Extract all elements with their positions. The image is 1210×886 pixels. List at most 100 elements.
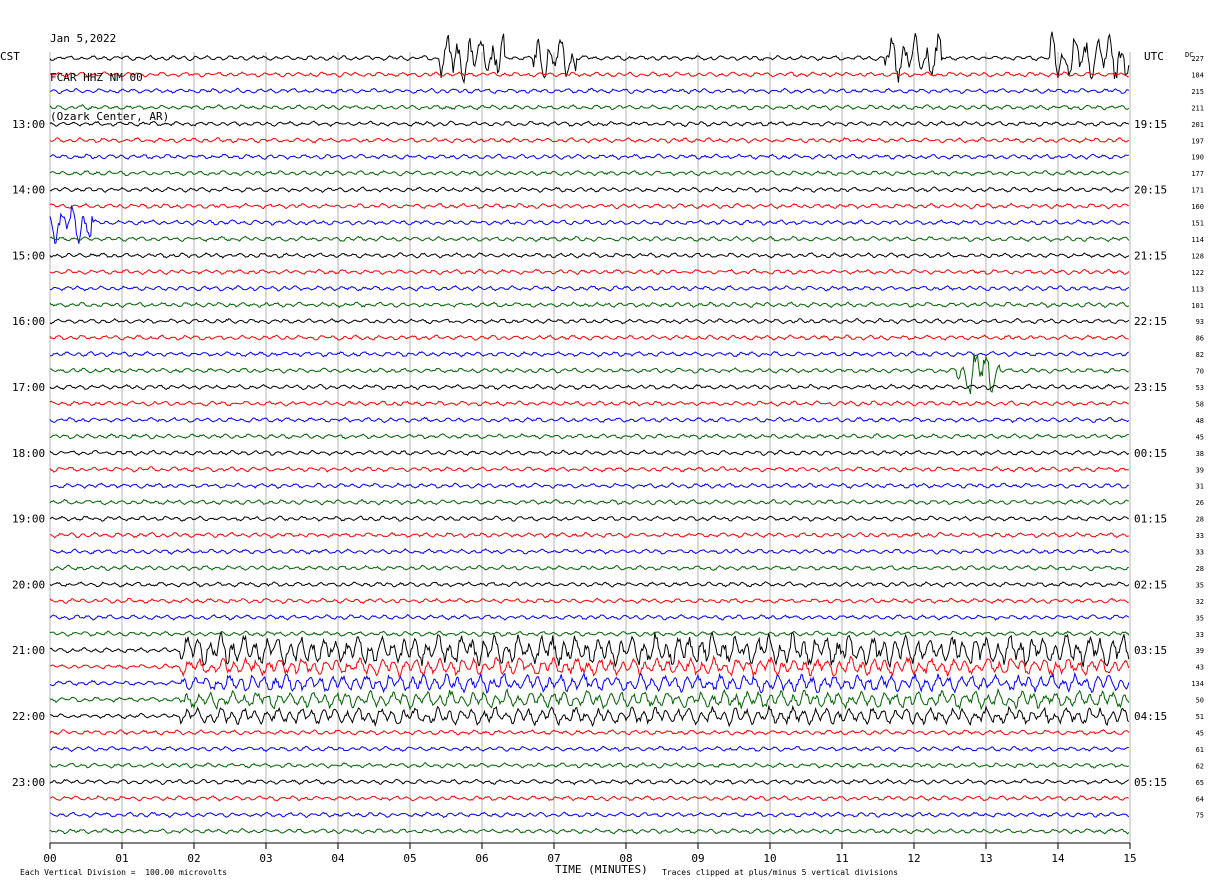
x-tick-label: 02 [187,852,200,865]
dc-offset-value: 64 [1196,795,1204,803]
dc-offset-value: 160 [1191,203,1204,211]
dc-offset-value: 35 [1196,614,1204,622]
x-tick-label: 12 [907,852,920,865]
dc-offset-value: 33 [1196,549,1204,557]
x-tick-label: 04 [331,852,345,865]
utc-axis-label: UTC [1144,50,1164,63]
dc-offset-value: 58 [1196,400,1204,408]
dc-offset-value: 122 [1191,269,1204,277]
seismic-trace-line [49,350,1129,358]
seismic-trace-line [49,235,1130,243]
station-header: Jan 5,2022 FCAR HHZ NM 00 (Ozark Center,… [50,6,169,136]
seismic-trace-line [49,153,1129,161]
dc-offset-value: 50 [1196,697,1204,705]
seismic-trace-line [49,416,1130,424]
dc-offset-value: 45 [1196,433,1204,441]
seismic-trace-line [49,202,1130,210]
utc-hour-label: 00:15 [1134,447,1167,460]
header-station: FCAR HHZ NM 00 [50,71,143,84]
utc-hour-label: 19:15 [1134,118,1167,131]
x-axis-title: TIME (MINUTES) [555,863,648,876]
seismic-traces [49,31,1130,835]
cst-hour-label: 18:00 [12,447,45,460]
scale-note: Each Vertical Division = 100.00 microvol… [20,868,228,877]
seismic-trace-line [49,794,1130,802]
cst-hour-label: 19:00 [12,513,45,526]
dc-offset-value: 93 [1196,318,1204,326]
seismic-trace-line [50,654,1130,678]
seismic-trace-line [50,745,1129,753]
x-tick-label: 13 [979,852,992,865]
dc-offset-value: 197 [1191,137,1204,145]
dc-offset-value: 75 [1196,812,1204,820]
dc-offset-value: 215 [1191,88,1204,96]
seismic-trace-line [49,630,1130,637]
dc-offset-labels: 2271842152112011971901771711601511141281… [1191,55,1204,820]
dc-offset-value: 134 [1191,680,1204,688]
seismic-trace-line [49,71,1129,78]
seismic-trace-line [49,268,1130,276]
clip-note: Traces clipped at plus/minus 5 vertical … [662,868,899,877]
dc-offset-value: 62 [1196,762,1204,770]
seismic-trace-line [49,597,1129,605]
dc-offset-value: 114 [1191,236,1204,244]
dc-offset-value: 32 [1196,598,1204,606]
seismic-trace-line [49,301,1130,309]
dc-offset-value: 33 [1196,631,1204,639]
cst-hour-label: 13:00 [12,118,45,131]
dc-offset-value: 51 [1196,713,1204,721]
cst-hour-label: 22:00 [12,710,45,723]
seismic-trace-line [49,581,1130,588]
dc-offset-value: 184 [1191,71,1204,79]
dc-offset-value: 38 [1196,450,1204,458]
x-tick-label: 14 [1051,852,1065,865]
seismic-trace-line [49,729,1130,736]
dc-offset-value: 26 [1196,499,1204,507]
cst-axis-label: CST [0,50,20,63]
seismic-trace-line [49,400,1129,407]
seismic-trace-line [49,449,1130,457]
seismic-trace-line [49,762,1130,769]
x-tick-label: 00 [43,852,56,865]
seismic-trace-line [49,515,1130,522]
x-axis-ticks: 00 01 02 03 04 05 06 07 08 09 10 11 12 13 14 15 [43,843,1137,865]
seismic-trace-line [49,137,1130,144]
seismic-trace-line [49,687,1130,711]
x-tick-label: 05 [403,852,416,865]
dc-offset-value: 33 [1196,532,1204,540]
dc-offset-value: 65 [1196,779,1204,787]
x-tick-label: 01 [115,852,128,865]
dc-offset-value: 48 [1196,417,1204,425]
x-tick-label: 10 [763,852,776,865]
dc-offset-value: 39 [1196,466,1204,474]
utc-hour-label: 01:15 [1134,513,1167,526]
dc-offset-value: 128 [1191,252,1204,260]
seismic-trace-line [49,104,1130,111]
dc-offset-value: 35 [1196,581,1204,589]
dc-offset-value: 101 [1191,302,1204,310]
time-gridlines [49,52,1131,843]
x-tick-label: 06 [475,852,488,865]
dc-offset-value: 31 [1196,483,1204,491]
seismic-trace-line [49,334,1129,341]
header-location: (Ozark Center, AR) [50,110,170,123]
seismic-trace-line [49,827,1130,835]
dc-offset-value: 45 [1196,729,1204,737]
utc-hour-label: 04:15 [1134,710,1167,723]
x-tick-label: 09 [691,852,704,865]
dc-offset-value: 39 [1196,647,1204,655]
seismic-trace-line [49,252,1130,259]
cst-hour-label: 14:00 [12,184,45,197]
dc-offset-value: 82 [1196,351,1204,359]
utc-hour-label: 02:15 [1134,578,1167,591]
utc-hour-label: 20:15 [1134,184,1167,197]
cst-hour-labels: 13:00 14:00 15:00 16:00 17:00 18:00 19:00 20:00… [12,118,45,789]
dc-offset-value: 190 [1191,154,1204,162]
dc-offset-value: 113 [1191,285,1204,293]
seismic-trace-line [49,169,1129,177]
utc-hour-label: 22:15 [1134,315,1167,328]
cst-hour-label: 20:00 [12,578,45,591]
seismic-trace-line [49,498,1129,506]
seismic-trace-line [49,482,1129,490]
seismic-trace-line [49,531,1129,539]
